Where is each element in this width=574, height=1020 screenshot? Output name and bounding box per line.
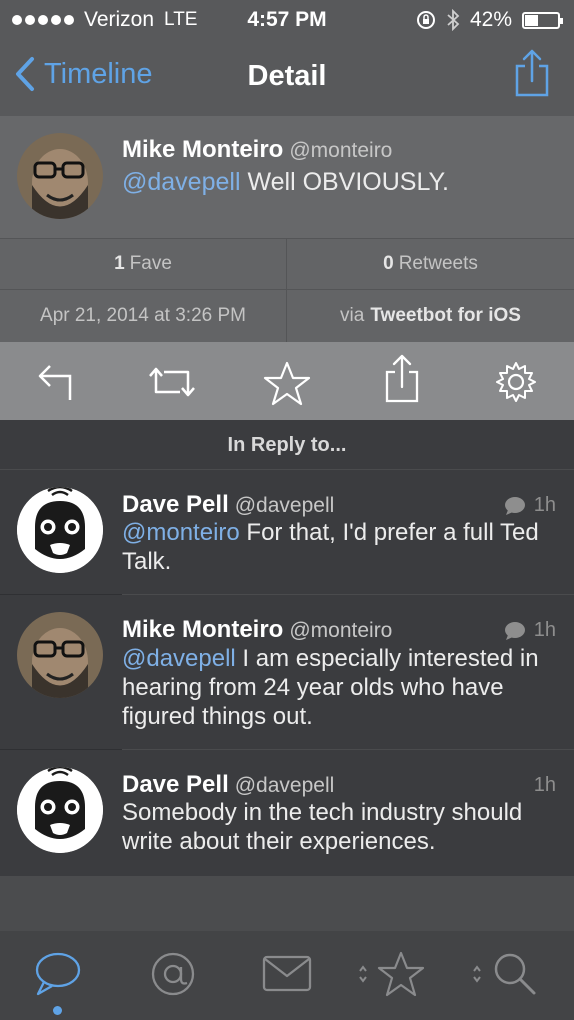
tweet-client[interactable]: via Tweetbot for iOS	[287, 290, 574, 341]
tweet-time: 1h	[533, 774, 556, 796]
faves-count[interactable]: 1 Fave	[0, 238, 286, 289]
in-reply-to-header[interactable]: In Reply to...	[0, 420, 574, 470]
retweets-count[interactable]: 0 Retweets	[287, 238, 574, 289]
author-handle[interactable]: @monteiro	[289, 619, 392, 642]
tweet-text: @davepell I am especially interested in …	[122, 645, 539, 730]
mention-link[interactable]: @davepell	[122, 645, 236, 672]
tweet-text: @davepell Well OBVIOUSLY.	[122, 168, 449, 196]
tweet-date: Apr 21, 2014 at 3:26 PM	[40, 304, 246, 326]
share-icon[interactable]	[384, 352, 420, 404]
author-handle[interactable]: @monteiro	[289, 139, 392, 162]
star-icon[interactable]	[262, 360, 312, 406]
status-bar: Verizon LTE 4:57 PM 42%	[0, 0, 574, 38]
bluetooth-icon	[447, 9, 460, 31]
share-icon[interactable]	[514, 48, 550, 98]
mentions-icon[interactable]	[150, 951, 196, 997]
divider	[0, 289, 574, 290]
tweet-text: @monteiro For that, I'd prefer a full Te…	[122, 519, 539, 575]
author-name[interactable]: Mike Monteiro	[122, 136, 283, 163]
list-item[interactable]: Dave Pell @davepell 1h @monteiro For that…	[0, 470, 574, 594]
reply-icon[interactable]	[36, 360, 80, 404]
active-tab-indicator	[53, 1006, 62, 1015]
retweet-icon[interactable]	[144, 360, 200, 404]
list-item[interactable]: Dave Pell @davepell 1h Somebody in the te…	[0, 750, 574, 876]
gear-icon[interactable]	[494, 360, 538, 404]
author-name[interactable]: Mike Monteiro	[122, 616, 283, 643]
author-handle[interactable]: @davepell	[235, 494, 335, 517]
search-icon[interactable]	[470, 949, 542, 999]
action-bar	[0, 342, 574, 420]
page-title: Detail	[247, 60, 327, 92]
main-tweet: Mike Monteiro @monteiro @davepell Well OB…	[0, 116, 574, 238]
navigation-bar: Timeline Detail	[0, 38, 574, 116]
battery-icon	[522, 11, 563, 29]
conversation-icon	[504, 496, 525, 515]
author-name[interactable]: Dave Pell	[122, 771, 229, 798]
avatar[interactable]	[17, 487, 103, 573]
divider	[286, 238, 287, 342]
battery-percent: 42%	[469, 8, 512, 31]
favorites-icon[interactable]	[356, 949, 428, 999]
list-item[interactable]: Mike Monteiro @monteiro 1h @davepell I am…	[0, 595, 574, 749]
author-name[interactable]: Dave Pell	[122, 491, 229, 518]
timeline-icon[interactable]	[34, 951, 82, 997]
tweet-text: Somebody in the tech industry should wri…	[122, 799, 523, 855]
tweet-time: 1h	[533, 619, 556, 641]
tweet-stats: 1 Fave 0 Retweets Apr 21, 2014 at 3:26 PM …	[0, 238, 574, 342]
messages-icon[interactable]	[262, 955, 312, 993]
rotation-lock-icon	[416, 11, 435, 29]
divider	[0, 238, 574, 239]
author-handle[interactable]: @davepell	[235, 774, 335, 797]
list-footer	[0, 876, 574, 931]
mention-link[interactable]: @monteiro	[122, 519, 240, 546]
tab-bar	[0, 931, 574, 1020]
mention-link[interactable]: @davepell	[122, 168, 241, 196]
tweet-time: 1h	[533, 494, 556, 516]
avatar[interactable]	[17, 767, 103, 853]
conversation-icon	[504, 621, 525, 640]
avatar[interactable]	[17, 612, 103, 698]
avatar[interactable]	[17, 133, 103, 219]
